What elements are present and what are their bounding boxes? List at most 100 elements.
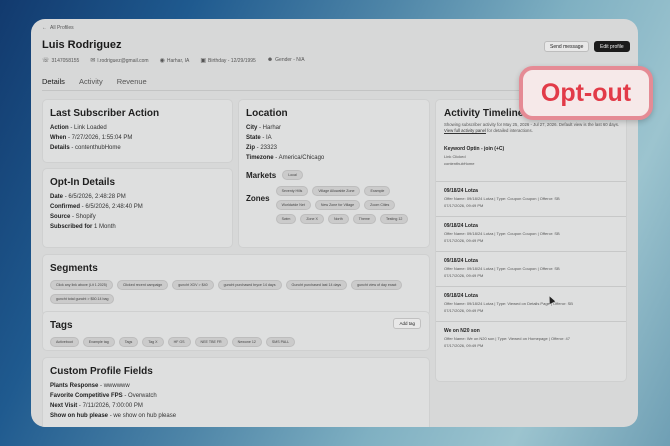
tag-chip: Activeboot <box>50 337 79 347</box>
profile-name: Luis Rodriguez <box>42 39 122 51</box>
segment-chip: guncht view of day exact <box>351 280 403 290</box>
optin-source-row: Source - Shopify <box>50 214 96 220</box>
activity-divider <box>436 216 626 217</box>
send-message-button[interactable]: Send message <box>544 41 590 52</box>
activity-divider <box>436 321 626 322</box>
activity-card: Activity Timeline Showing subscriber act… <box>435 99 627 382</box>
custom-fields-title: Custom Profile Fields <box>50 366 153 377</box>
email-item: ✉ l.rodriguez@gmail.com <box>90 57 148 64</box>
location-card: Location City - Harhar State - IA Zip - … <box>238 99 430 248</box>
zones-list: Seventy Hills Village Allowable Zone Exa… <box>275 186 416 224</box>
details-row: Details - contenthubHome <box>50 145 121 151</box>
zip-row: Zip - 23323 <box>246 145 278 151</box>
edit-profile-button[interactable]: Edit profile <box>594 41 630 52</box>
back-label: All Profiles <box>50 25 74 31</box>
birthday-text: Birthday - 12/29/1995 <box>208 58 256 64</box>
activity-item[interactable]: Keyword Optin - join (+C) Link Clicked c… <box>444 146 616 166</box>
add-tag-button[interactable]: Add tag <box>393 318 421 329</box>
segments-card: Segments Click any link above (Lit 1.202… <box>42 254 430 316</box>
segment-chip: guncht XDV > $40 <box>172 280 214 290</box>
zone-chip: Zoom Cities <box>364 200 396 210</box>
city-row: City - Harhar <box>246 125 282 131</box>
tag-chip: Tag X <box>142 337 164 347</box>
zones-title: Zones <box>246 194 270 203</box>
tab-activity[interactable]: Activity <box>79 77 103 91</box>
state-row: State - IA <box>246 135 272 141</box>
tag-chip: SMS PALL <box>265 337 296 347</box>
activity-item[interactable]: 09/18/24 Lotza Offer Name: 09/18/24 Lotz… <box>444 258 616 278</box>
activity-item[interactable]: 09/18/24 Lotza Offer Name: 09/18/24 Lotz… <box>444 223 616 243</box>
optin-subscribed-row: Subscribed for 1 Month <box>50 224 116 230</box>
zone-chip: Seventy Hills <box>275 186 309 196</box>
markets-title: Markets <box>246 170 277 180</box>
markets-section: Markets Local <box>246 170 422 180</box>
tags-title: Tags <box>50 320 73 331</box>
location-item: ◉ Harhar, IA <box>160 57 190 64</box>
opt-out-badge: Opt-out <box>519 66 653 120</box>
pin-icon: ◉ <box>159 58 165 64</box>
view-full-activity-link[interactable]: View full activity panel <box>444 128 486 133</box>
zones-section: Zones Seventy Hills Village Allowable Zo… <box>246 186 422 224</box>
mail-icon: ✉ <box>90 58 96 64</box>
optin-title: Opt-In Details <box>50 177 116 188</box>
location-title: Location <box>246 108 288 119</box>
tag-chip: NEE TBE FR <box>194 337 228 347</box>
tab-details[interactable]: Details <box>42 77 65 91</box>
zone-chip: Worldwide Net <box>275 200 311 210</box>
timezone-row: Timezone - America/Chicago <box>246 155 325 161</box>
zone-chip: Zone X <box>300 214 324 224</box>
tag-chip: Tags <box>118 337 139 347</box>
zone-chip: Testing 12 <box>379 214 409 224</box>
segment-chip: Click any link above (Lit 1.2025) <box>50 280 113 290</box>
tab-revenue[interactable]: Revenue <box>117 77 147 91</box>
last-action-title: Last Subscriber Action <box>50 108 160 119</box>
arrow-left-icon: ← <box>42 25 47 31</box>
activity-divider <box>436 181 626 182</box>
tab-bar: Details Activity Revenue <box>42 77 147 91</box>
zone-chip: North <box>327 214 349 224</box>
activity-divider <box>436 286 626 287</box>
segments-title: Segments <box>50 263 98 274</box>
optin-confirmed-row: Confirmed - 6/5/2026, 2:48:40 PM <box>50 204 143 210</box>
birthday-item: ▣ Birthday - 12/29/1995 <box>200 57 255 64</box>
custom-field-row: Favorite Competitive FPS - Overwatch <box>50 393 157 399</box>
custom-field-row: Plants Response - wwwwww <box>50 383 130 389</box>
segments-list: Click any link above (Lit 1.2025) Clicke… <box>50 280 422 304</box>
zone-chip: Example <box>364 186 391 196</box>
location-text: Harhar, IA <box>166 58 190 64</box>
phone-text: 3147058155 <box>51 58 80 64</box>
optin-card: Opt-In Details Date - 6/5/2026, 2:48:28 … <box>42 168 233 248</box>
tag-chip: Newone 12 <box>231 337 262 347</box>
back-link[interactable]: ← All Profiles <box>42 25 74 31</box>
gender-item: ☻ Gender - N/A <box>267 57 305 64</box>
activity-subtitle: Showing subscriber activity for May 25, … <box>444 122 620 133</box>
person-icon: ☻ <box>266 57 274 63</box>
custom-field-row: Next Visit - 7/11/2026, 7:00:00 PM <box>50 403 143 409</box>
zone-chip: Theme <box>352 214 376 224</box>
cake-icon: ▣ <box>200 58 207 64</box>
profile-meta: ☏ 3147058155 ✉ l.rodriguez@gmail.com ◉ Harh… <box>42 57 305 64</box>
tags-card: Tags Add tag Activeboot Example tag Tags… <box>42 311 430 351</box>
segment-chip: Clicked recent campaign <box>116 280 169 290</box>
activity-item[interactable]: We on N20 son Offer Name: We on N20 son … <box>444 328 616 348</box>
segment-chip: Guncht purchased last 14 days <box>285 280 348 290</box>
phone-item: ☏ 3147058155 <box>42 57 79 64</box>
phone-icon: ☏ <box>42 58 50 64</box>
tags-list: Activeboot Example tag Tags Tag X HF GS … <box>50 337 422 347</box>
email-text: l.rodriguez@gmail.com <box>97 58 149 64</box>
market-chip: Local <box>282 170 303 180</box>
when-row: When - 7/27/2026, 1:55:04 PM <box>50 135 133 141</box>
zone-chip: New Zone for Village <box>314 200 361 210</box>
zone-chip: Swim <box>275 214 297 224</box>
zone-chip: Village Allowable Zone <box>312 186 361 196</box>
activity-divider <box>436 251 626 252</box>
activity-item[interactable]: 09/18/24 Lotza Offer Name: 09/18/24 Lotz… <box>444 293 616 313</box>
activity-item[interactable]: 09/18/24 Lotza Offer Name: 09/18/24 Lotz… <box>444 188 616 208</box>
tag-chip: Example tag <box>82 337 115 347</box>
tag-chip: HF GS <box>167 337 191 347</box>
custom-fields-card: Custom Profile Fields Plants Response - … <box>42 357 430 427</box>
segment-chip: guncht total guncht > $50.14 bag <box>50 294 115 304</box>
custom-field-row: Show on hub please - we show on hub plea… <box>50 413 177 419</box>
segment-chip: guncht purchased bryce 14 days <box>217 280 282 290</box>
last-action-card: Last Subscriber Action Action - Link Loa… <box>42 99 233 163</box>
